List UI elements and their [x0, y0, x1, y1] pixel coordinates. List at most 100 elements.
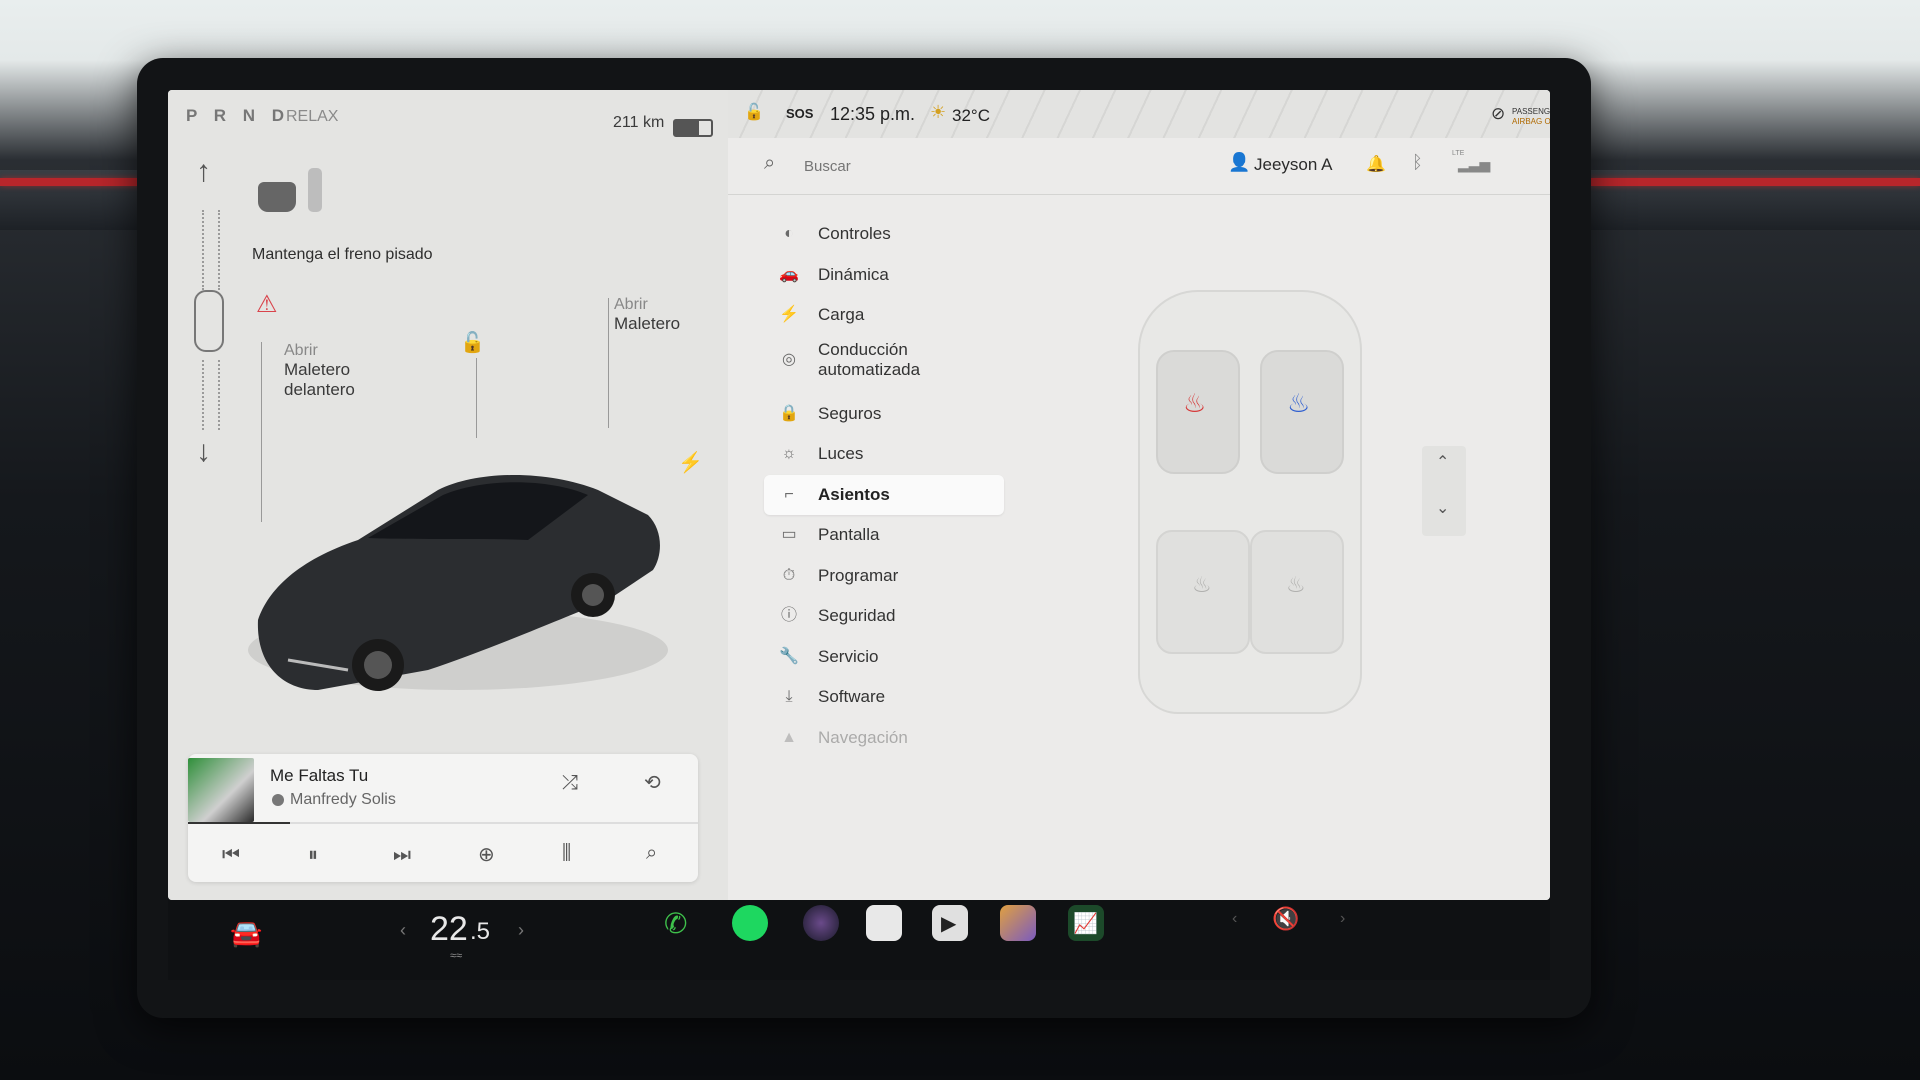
mute-icon[interactable]: 🔇 — [1272, 906, 1299, 932]
pause-icon[interactable]: ⏸ — [308, 844, 318, 867]
bell-icon[interactable]: 🔔 — [1366, 154, 1386, 174]
car-icon: 🚗 — [779, 265, 799, 283]
menu-item-label: Asientos — [818, 484, 890, 504]
drive-mode[interactable]: RELAX — [286, 108, 338, 126]
battery-icon — [673, 119, 713, 137]
repeat-icon[interactable]: ⟲ — [644, 770, 661, 795]
range-readout: 211 km — [613, 114, 665, 131]
seat-diagram: ♨ ♨ ♨ ♨ — [1118, 290, 1378, 714]
shuffle-icon[interactable]: ⤮ — [562, 772, 578, 795]
phone-icon[interactable]: ✆ — [660, 905, 696, 941]
frunk-label-line1: Abrir — [284, 342, 318, 359]
chevron-down-icon[interactable]: ⌄ — [1436, 498, 1449, 518]
car-icon[interactable]: 🚘 — [230, 918, 262, 949]
profile-name[interactable]: Jeeyson A — [1254, 155, 1332, 175]
temp-increase-icon[interactable]: › — [518, 920, 524, 941]
airbag-icon: ⊘ — [1491, 104, 1506, 123]
menu-item-asientos[interactable]: ⌐ Asientos — [764, 474, 1004, 515]
cabin-temp-decimal[interactable]: .5 — [470, 918, 490, 946]
menu-item-software[interactable]: ⤓ Software — [764, 677, 1004, 717]
menu-item-conducción-automatizada[interactable]: ◎ Conducción automatizada — [764, 336, 1004, 384]
menu-item-label: Servicio — [818, 646, 879, 666]
search-bar[interactable]: ⌕ 👤 Jeeyson A 🔔 ᛒ LTE ▂▃▅ — [728, 138, 1550, 195]
menu-item-seguros[interactable]: 🔒 Seguros — [764, 394, 1004, 434]
alert-icon: ⓘ — [780, 607, 797, 624]
signal-icon: ▂▃▅ — [1458, 156, 1491, 172]
seat-icon: ⌐ — [784, 485, 794, 503]
volume-decrease-icon[interactable]: ‹ — [1232, 910, 1237, 928]
car-3d-model[interactable] — [228, 420, 668, 710]
sos-button[interactable]: SOS — [786, 106, 813, 121]
gear-selector[interactable]: P R N D — [186, 106, 290, 126]
menu-item-pantalla[interactable]: ▭ Pantalla — [764, 515, 1004, 555]
spotify-icon[interactable] — [732, 905, 768, 941]
clock: 12:35 p.m. — [830, 104, 916, 124]
menu-item-label: Navegación — [818, 727, 908, 747]
climate-icon: ≈≈ — [450, 950, 463, 962]
profile-icon[interactable]: 👤 — [1228, 152, 1250, 173]
menu-item-dinámica[interactable]: 🚗 Dinámica — [764, 255, 1004, 295]
menu-item-label: Software — [818, 687, 886, 706]
seat-heat-red-icon: ♨ — [1183, 388, 1207, 418]
progress-bar[interactable] — [188, 822, 698, 824]
airbag-line2: AIRBAG ON — [1512, 117, 1550, 126]
media-player: Me Faltas Tu Manfredy Solis ⤮ ⟲ ⏮ ⏸ ⏭ ⊕ … — [188, 754, 698, 882]
menu-item-luces[interactable]: ☼ Luces — [764, 434, 1004, 474]
menu-item-controles[interactable]: ◐ Controles — [764, 214, 1004, 254]
camera-app-icon[interactable] — [803, 905, 839, 941]
bluetooth-icon[interactable]: ᛒ — [1412, 152, 1423, 173]
rear-seat-right[interactable]: ♨ — [1250, 530, 1344, 654]
rear-right-heat-icon: ♨ — [1286, 572, 1306, 597]
airbag-line1: PASSENGER — [1512, 107, 1550, 116]
previous-track-icon[interactable]: ⏮ — [222, 844, 240, 867]
media-search-icon[interactable]: ⌕ — [646, 842, 657, 865]
menu-item-carga[interactable]: ⚡ Carga — [764, 295, 1004, 335]
search-input[interactable] — [802, 152, 1106, 180]
volume-increase-icon[interactable]: › — [1340, 910, 1345, 928]
shift-up-arrow-icon[interactable]: ↑ — [196, 155, 211, 189]
menu-item-navegación[interactable]: ▲ Navegación — [764, 718, 1004, 758]
outside-temperature: 32°C — [952, 106, 990, 125]
menu-item-label: Controles — [818, 224, 891, 243]
search-icon: ⌕ — [764, 152, 776, 174]
shift-down-arrow-icon[interactable]: ↓ — [196, 435, 211, 469]
lock-status-icon[interactable]: 🔓 — [744, 102, 764, 122]
open-trunk-button[interactable]: Abrir Maletero — [614, 296, 680, 334]
add-icon[interactable]: ⊕ — [478, 842, 495, 867]
arcade-icon[interactable] — [1000, 905, 1036, 941]
trunk-label-line2: Maletero — [614, 314, 681, 333]
wrench-icon: 🔧 — [779, 647, 799, 665]
vehicle-pane: P R N D RELAX 211 km ↑ ↓ Mantenga el fre… — [168, 90, 728, 900]
driver-seat[interactable]: ♨ — [1156, 350, 1240, 474]
passenger-seat[interactable]: ♨ — [1260, 350, 1344, 474]
rear-seat-left[interactable]: ♨ — [1156, 530, 1250, 654]
menu-item-label: Pantalla — [818, 525, 880, 544]
download-icon: ⤓ — [785, 688, 793, 705]
sun-icon: ☀ — [930, 102, 947, 122]
menu-item-label: Seguros — [818, 403, 882, 423]
charge-port-icon[interactable]: ⚡ — [678, 450, 703, 475]
album-art[interactable] — [188, 758, 254, 822]
unlock-icon[interactable]: 🔓 — [460, 330, 485, 355]
next-track-icon[interactable]: ⏭ — [393, 844, 411, 867]
temp-decrease-icon[interactable]: ‹ — [400, 920, 406, 941]
menu-item-servicio[interactable]: 🔧 Servicio — [764, 637, 1004, 677]
menu-item-programar[interactable]: ⏱ Programar — [764, 556, 1004, 596]
shift-strip[interactable]: ↑ ↓ — [192, 155, 226, 535]
toybox-icon[interactable] — [866, 905, 902, 941]
theater-icon[interactable]: ▶ — [932, 905, 968, 941]
seat-cool-blue-icon: ♨ — [1287, 388, 1311, 418]
touchscreen: P R N D RELAX 211 km ↑ ↓ Mantenga el fre… — [168, 90, 1550, 900]
cabin-temp-whole[interactable]: 22 — [430, 910, 468, 949]
open-frunk-button[interactable]: Abrir Maletero delantero — [284, 342, 355, 400]
chevron-up-icon[interactable]: ⌃ — [1436, 452, 1449, 472]
seat-adjust-control[interactable]: ⌃ ⌄ — [1422, 446, 1466, 536]
equalizer-icon[interactable]: ⫼ — [562, 842, 571, 865]
trunk-label-line1: Abrir — [614, 296, 648, 313]
energy-icon[interactable]: 📈 — [1068, 905, 1104, 941]
navigation-icon: ▲ — [781, 728, 797, 746]
track-title: Me Faltas Tu — [270, 766, 369, 785]
accelerator-pedal-icon — [308, 168, 322, 212]
seatbelt-warning-icon: ⚠ — [256, 291, 278, 318]
menu-item-seguridad[interactable]: ⓘ Seguridad — [764, 596, 1004, 636]
